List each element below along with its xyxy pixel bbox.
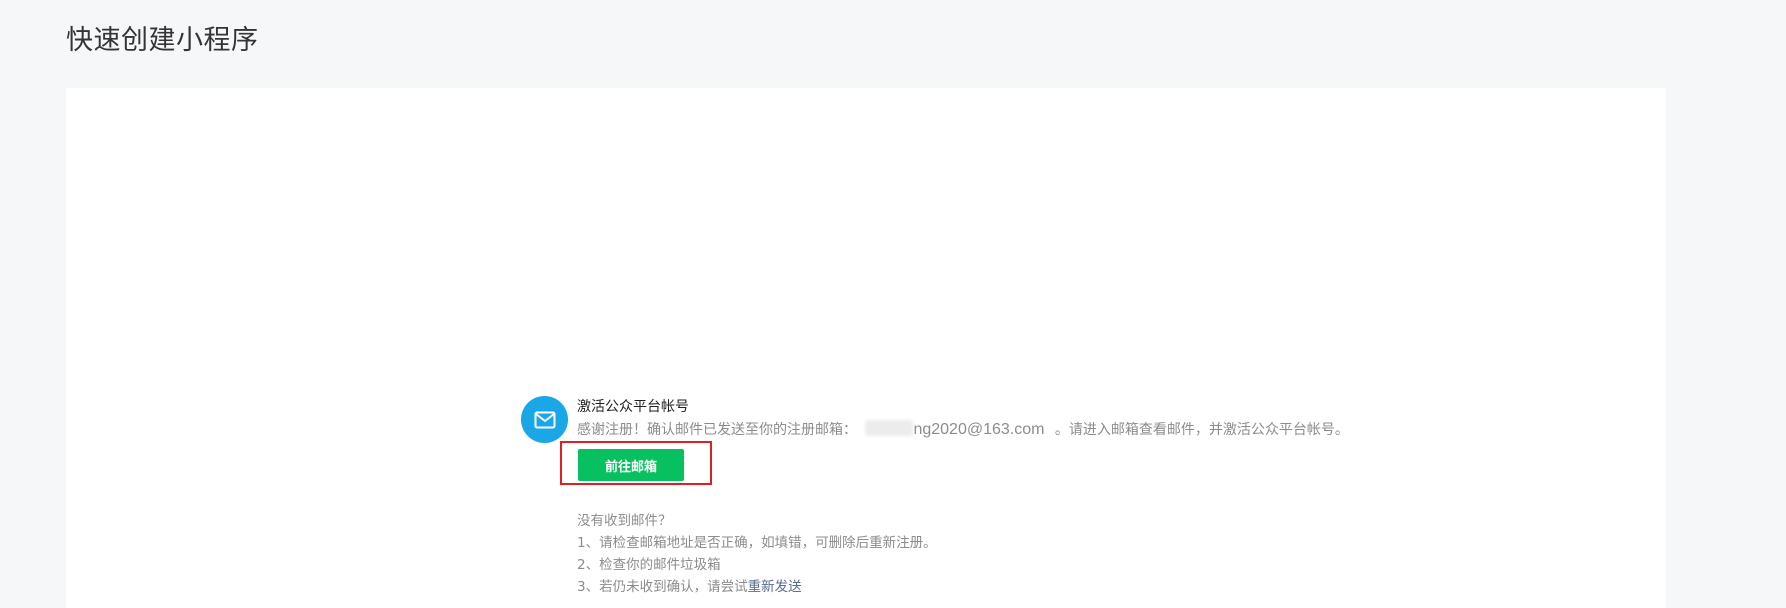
help-item-2: 2、检查你的邮件垃圾箱 bbox=[577, 557, 721, 573]
notice-description: 感谢注册！确认邮件已发送至你的注册邮箱： ng2020@163.com 。请进入… bbox=[577, 419, 1349, 439]
button-highlight-box: 前往邮箱 bbox=[560, 441, 712, 485]
help-section: 没有收到邮件？ 1、请检查邮箱地址是否正确，如填错，可删除后重新注册。 2、检查… bbox=[577, 510, 937, 598]
help-item-3-text: 3、若仍未收到确认，请尝试 bbox=[577, 579, 748, 595]
desc-suffix: 。请进入邮箱查看邮件，并激活公众平台帐号。 bbox=[1054, 422, 1349, 438]
content-card: 激活公众平台帐号 感谢注册！确认邮件已发送至你的注册邮箱： ng2020@163… bbox=[66, 88, 1666, 608]
help-item-1: 1、请检查邮箱地址是否正确，如填错，可删除后重新注册。 bbox=[577, 535, 937, 551]
help-item-3: 3、若仍未收到确认，请尝试重新发送 bbox=[577, 576, 937, 598]
envelope-icon bbox=[534, 411, 555, 428]
goto-mailbox-button[interactable]: 前往邮箱 bbox=[578, 449, 684, 481]
registered-email: ng2020@163.com bbox=[865, 420, 1044, 439]
resend-link[interactable]: 重新发送 bbox=[748, 579, 802, 595]
page-title: 快速创建小程序 bbox=[66, 25, 259, 56]
help-heading: 没有收到邮件？ bbox=[577, 513, 672, 529]
email-text: ng2020@163.com bbox=[913, 421, 1045, 438]
notice-title: 激活公众平台帐号 bbox=[577, 399, 689, 415]
mail-icon bbox=[521, 396, 568, 443]
desc-prefix: 感谢注册！确认邮件已发送至你的注册邮箱： bbox=[577, 422, 857, 438]
email-redaction bbox=[865, 420, 914, 436]
